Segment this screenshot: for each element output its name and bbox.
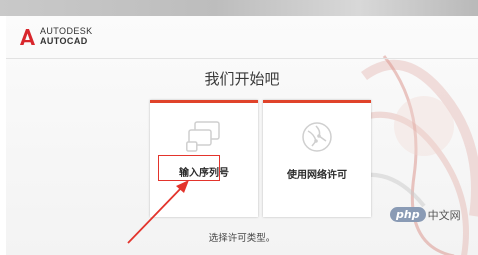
- brand-line-1: AUTODESK: [40, 26, 93, 36]
- site-watermark: php 中文网: [390, 204, 461, 223]
- network-globe-icon: [302, 122, 332, 152]
- use-network-license-option[interactable]: 使用网络许可: [263, 100, 371, 217]
- serial-number-highlight-box: [158, 155, 220, 181]
- header-divider: [6, 58, 478, 59]
- watermark-text: 中文网: [427, 208, 461, 222]
- autocad-a-logo-icon: [20, 29, 35, 45]
- serial-number-screens-icon: [186, 121, 220, 152]
- page-title: 我们开始吧: [204, 70, 280, 88]
- use-network-license-label: 使用网络许可: [287, 170, 347, 181]
- window-top-bar: [0, 0, 478, 16]
- brand-line-2: AUTOCAD: [40, 36, 88, 46]
- php-watermark-logo: php: [390, 207, 426, 222]
- license-type-prompt: 选择许可类型。: [208, 233, 276, 244]
